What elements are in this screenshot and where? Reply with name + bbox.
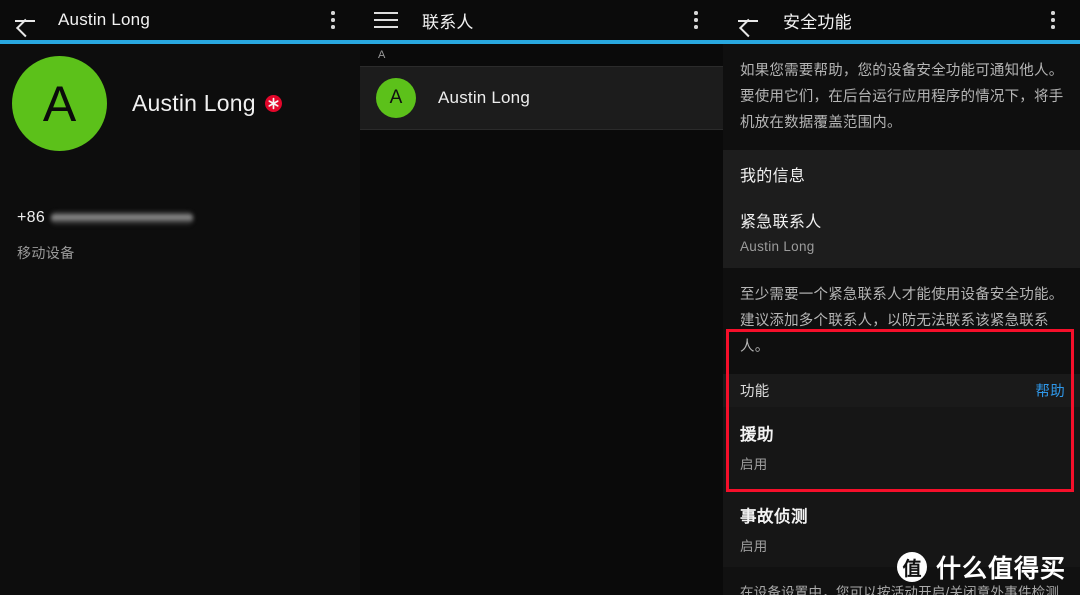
emergency-note-text: 至少需要一个紧急联系人才能使用设备安全功能。建议添加多个联系人，以防无法联系该紧… [723,268,1080,374]
help-link[interactable]: 帮助 [1035,380,1065,401]
watermark-text: 什么值得买 [935,555,1066,583]
contacts-appbar: 联系人 [360,0,723,40]
contacts-title: 联系人 [422,12,474,32]
phone-type-label: 移动设备 [17,245,75,261]
overflow-menu-icon[interactable] [318,8,348,32]
back-arrow-icon[interactable] [737,9,759,31]
avatar: A [376,78,416,118]
feature-title: 援助 [740,426,774,444]
emergency-contact-value: Austin Long [740,239,815,254]
info-card: 我的信息 紧急联系人 Austin Long [723,150,1080,268]
phone-block[interactable]: +86 移动设备 [0,207,360,263]
phone-number-redacted [51,210,194,226]
list-item-label: Austin Long [438,88,530,107]
contact-name: Austin Long [132,90,256,116]
feature-status: 启用 [740,457,768,472]
my-info-item[interactable]: 我的信息 [740,162,1063,186]
safety-intro-text: 如果您需要帮助，您的设备安全功能可通知他人。要使用它们，在后台运行应用程序的情况… [723,44,1080,150]
contact-hero: A Austin Long [0,44,360,151]
avatar: A [12,56,107,151]
list-item[interactable]: A Austin Long [360,66,723,130]
feature-item-assistance[interactable]: 援助 启用 [740,421,1063,473]
phone-country-code: +86 [17,209,46,226]
feature-title: 事故侦测 [740,508,808,526]
section-index-header: A [360,44,723,66]
screenshot-root: Austin Long A Austin Long +86 移动设备 联系人 A… [0,0,1080,595]
safety-body: 如果您需要帮助，您的设备安全功能可通知他人。要使用它们，在后台运行应用程序的情况… [723,44,1080,595]
safety-title: 安全功能 [783,12,852,32]
watermark-logo-icon: 值 [896,552,927,582]
features-card: 功能 帮助 援助 启用 事故侦测 启用 [723,374,1080,567]
contact-detail-panel: Austin Long A Austin Long +86 移动设备 [0,0,360,595]
phone-number-line[interactable]: +86 [17,207,360,229]
features-header: 功能 帮助 [723,374,1080,407]
contacts-list-panel: 联系人 A A Austin Long [360,0,723,595]
contact-detail-title: Austin Long [58,10,150,29]
emergency-contact-label: 紧急联系人 [740,214,822,231]
safety-appbar: 安全功能 [723,0,1080,40]
contact-detail-appbar: Austin Long [0,0,360,40]
feature-item-incident-detection[interactable]: 事故侦测 启用 [740,503,1063,555]
contact-name-row: Austin Long [132,90,282,117]
safety-features-panel: 安全功能 如果您需要帮助，您的设备安全功能可通知他人。要使用它们，在后台运行应用… [723,0,1080,595]
my-info-label: 我的信息 [740,168,806,185]
hamburger-menu-icon[interactable] [374,11,398,29]
emergency-contact-item[interactable]: 紧急联系人 Austin Long [740,208,1063,254]
watermark: 值 什么值得买 [896,549,1066,585]
features-list: 援助 启用 事故侦测 启用 [723,407,1080,567]
features-header-label: 功能 [740,384,770,400]
overflow-menu-icon[interactable] [1038,8,1068,32]
overflow-menu-icon[interactable] [681,8,711,32]
back-arrow-icon[interactable] [14,9,36,31]
emergency-asterisk-icon [264,95,282,112]
